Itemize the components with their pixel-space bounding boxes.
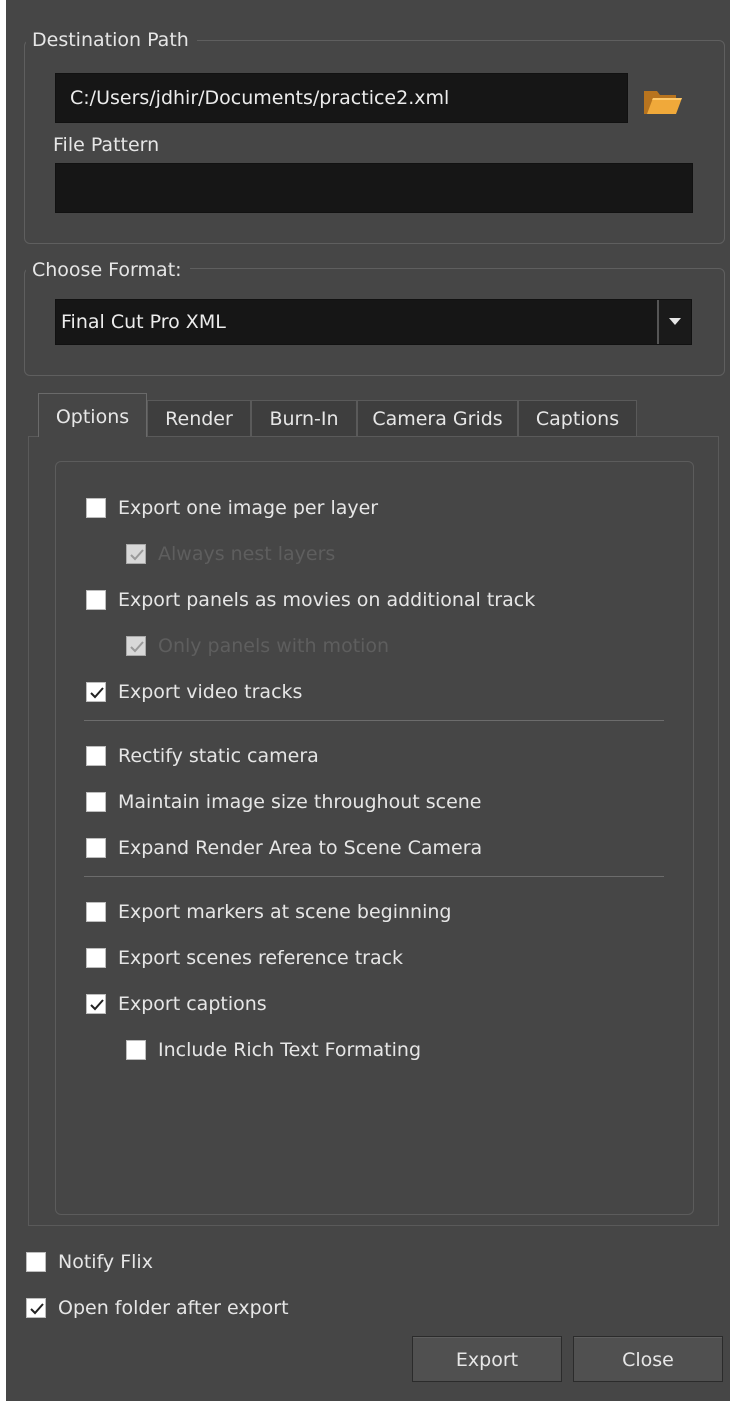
choose-format-title: Choose Format:	[26, 258, 190, 282]
always-nest-layers-checkbox: Always nest layers	[126, 539, 335, 569]
tab-options[interactable]: Options	[38, 393, 147, 437]
export-scenes-reference-checkbox[interactable]: Export scenes reference track	[86, 943, 403, 973]
rectify-static-camera-checkbox[interactable]: Rectify static camera	[86, 741, 319, 771]
checkbox-label: Rectify static camera	[118, 745, 319, 767]
checkbox-box[interactable]	[86, 590, 106, 610]
checkbox-label: Export captions	[118, 993, 267, 1015]
checkbox-label: Export panels as movies on additional tr…	[118, 589, 536, 611]
tab-render[interactable]: Render	[147, 400, 251, 436]
checkbox-box[interactable]	[86, 498, 106, 518]
checkbox-label: Export scenes reference track	[118, 947, 404, 969]
checkbox-label: Expand Render Area to Scene Camera	[118, 837, 483, 859]
format-select[interactable]: Final Cut Pro XML	[55, 299, 692, 345]
only-panels-with-motion-checkbox: Only panels with motion	[126, 631, 389, 661]
file-pattern-input[interactable]	[55, 163, 693, 213]
checkbox-box	[126, 544, 146, 564]
checkbox-box[interactable]	[86, 682, 106, 702]
checkbox-box[interactable]	[26, 1298, 46, 1318]
file-pattern-label: File Pattern	[53, 134, 160, 156]
destination-path-input[interactable]: C:/Users/jdhir/Documents/practice2.xml	[55, 73, 628, 123]
checkmark-icon	[90, 687, 104, 699]
checkbox-label: Notify Flix	[58, 1251, 153, 1273]
checkmark-icon	[90, 999, 104, 1011]
checkbox-label: Export markers at scene beginning	[118, 901, 452, 923]
export-video-tracks-checkbox[interactable]: Export video tracks	[86, 677, 302, 707]
checkbox-box[interactable]	[86, 792, 106, 812]
checkbox-label: Maintain image size throughout scene	[118, 791, 482, 813]
maintain-image-size-checkbox[interactable]: Maintain image size throughout scene	[86, 787, 482, 817]
folder-icon[interactable]	[642, 84, 684, 118]
export-button[interactable]: Export	[412, 1336, 562, 1382]
checkbox-box[interactable]	[86, 746, 106, 766]
checkbox-box	[126, 636, 146, 656]
separator	[84, 720, 664, 721]
destination-path-title: Destination Path	[26, 28, 197, 52]
open-folder-after-export-checkbox[interactable]: Open folder after export	[26, 1293, 289, 1323]
tab-captions[interactable]: Captions	[518, 400, 637, 436]
close-button[interactable]: Close	[573, 1336, 723, 1382]
checkbox-box[interactable]	[26, 1252, 46, 1272]
export-one-image-per-layer-checkbox[interactable]: Export one image per layer	[86, 493, 378, 523]
checkbox-label: Open folder after export	[58, 1297, 289, 1319]
checkbox-label: Only panels with motion	[158, 635, 390, 657]
separator	[84, 876, 664, 877]
checkmark-icon	[30, 1303, 44, 1315]
include-rich-text-checkbox[interactable]: Include Rich Text Formating	[126, 1035, 421, 1065]
export-captions-checkbox[interactable]: Export captions	[86, 989, 267, 1019]
tab-burn-in[interactable]: Burn-In	[251, 400, 357, 436]
checkbox-label: Always nest layers	[158, 543, 336, 565]
tab-camera-grids[interactable]: Camera Grids	[357, 400, 518, 436]
checkbox-box[interactable]	[86, 838, 106, 858]
export-panels-as-movies-checkbox[interactable]: Export panels as movies on additional tr…	[86, 585, 535, 615]
checkbox-box[interactable]	[86, 902, 106, 922]
format-select-value: Final Cut Pro XML	[61, 311, 226, 333]
checkbox-box[interactable]	[86, 948, 106, 968]
checkbox-label: Export one image per layer	[118, 497, 379, 519]
export-markers-checkbox[interactable]: Export markers at scene beginning	[86, 897, 451, 927]
notify-flix-checkbox[interactable]: Notify Flix	[26, 1247, 153, 1277]
window-left-edge	[0, 0, 6, 1401]
checkbox-box[interactable]	[126, 1040, 146, 1060]
chevron-down-icon[interactable]	[657, 300, 691, 344]
checkbox-box[interactable]	[86, 994, 106, 1014]
checkbox-label: Export video tracks	[118, 681, 303, 703]
checkbox-label: Include Rich Text Formating	[158, 1039, 422, 1061]
checkmark-icon	[130, 549, 144, 561]
checkmark-icon	[130, 641, 144, 653]
expand-render-area-checkbox[interactable]: Expand Render Area to Scene Camera	[86, 833, 482, 863]
